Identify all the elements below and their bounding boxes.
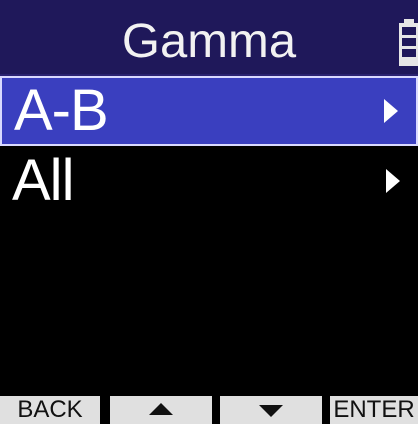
title-bar: Gamma [0,0,418,76]
function-bar: BACK ENTER [0,396,418,424]
enter-button-label: ENTER [333,396,415,423]
chevron-right-icon [384,99,398,123]
triangle-up-icon [149,403,173,415]
up-button[interactable] [110,396,212,424]
menu-item-a-b[interactable]: A-B [0,76,418,146]
menu-item-label: A-B [14,78,109,143]
back-button-label: BACK [17,396,83,423]
menu-item-label: All [12,148,74,213]
triangle-down-icon [259,405,283,417]
chevron-right-icon [386,169,400,193]
page-title: Gamma [121,15,297,68]
enter-button[interactable]: ENTER [330,396,418,424]
back-button[interactable]: BACK [0,396,100,424]
device-screen: Gamma A-B All BACK ENTER [0,0,418,424]
menu-item-all[interactable]: All [0,146,418,216]
down-button[interactable] [220,396,322,424]
battery-full-icon [399,19,418,66]
